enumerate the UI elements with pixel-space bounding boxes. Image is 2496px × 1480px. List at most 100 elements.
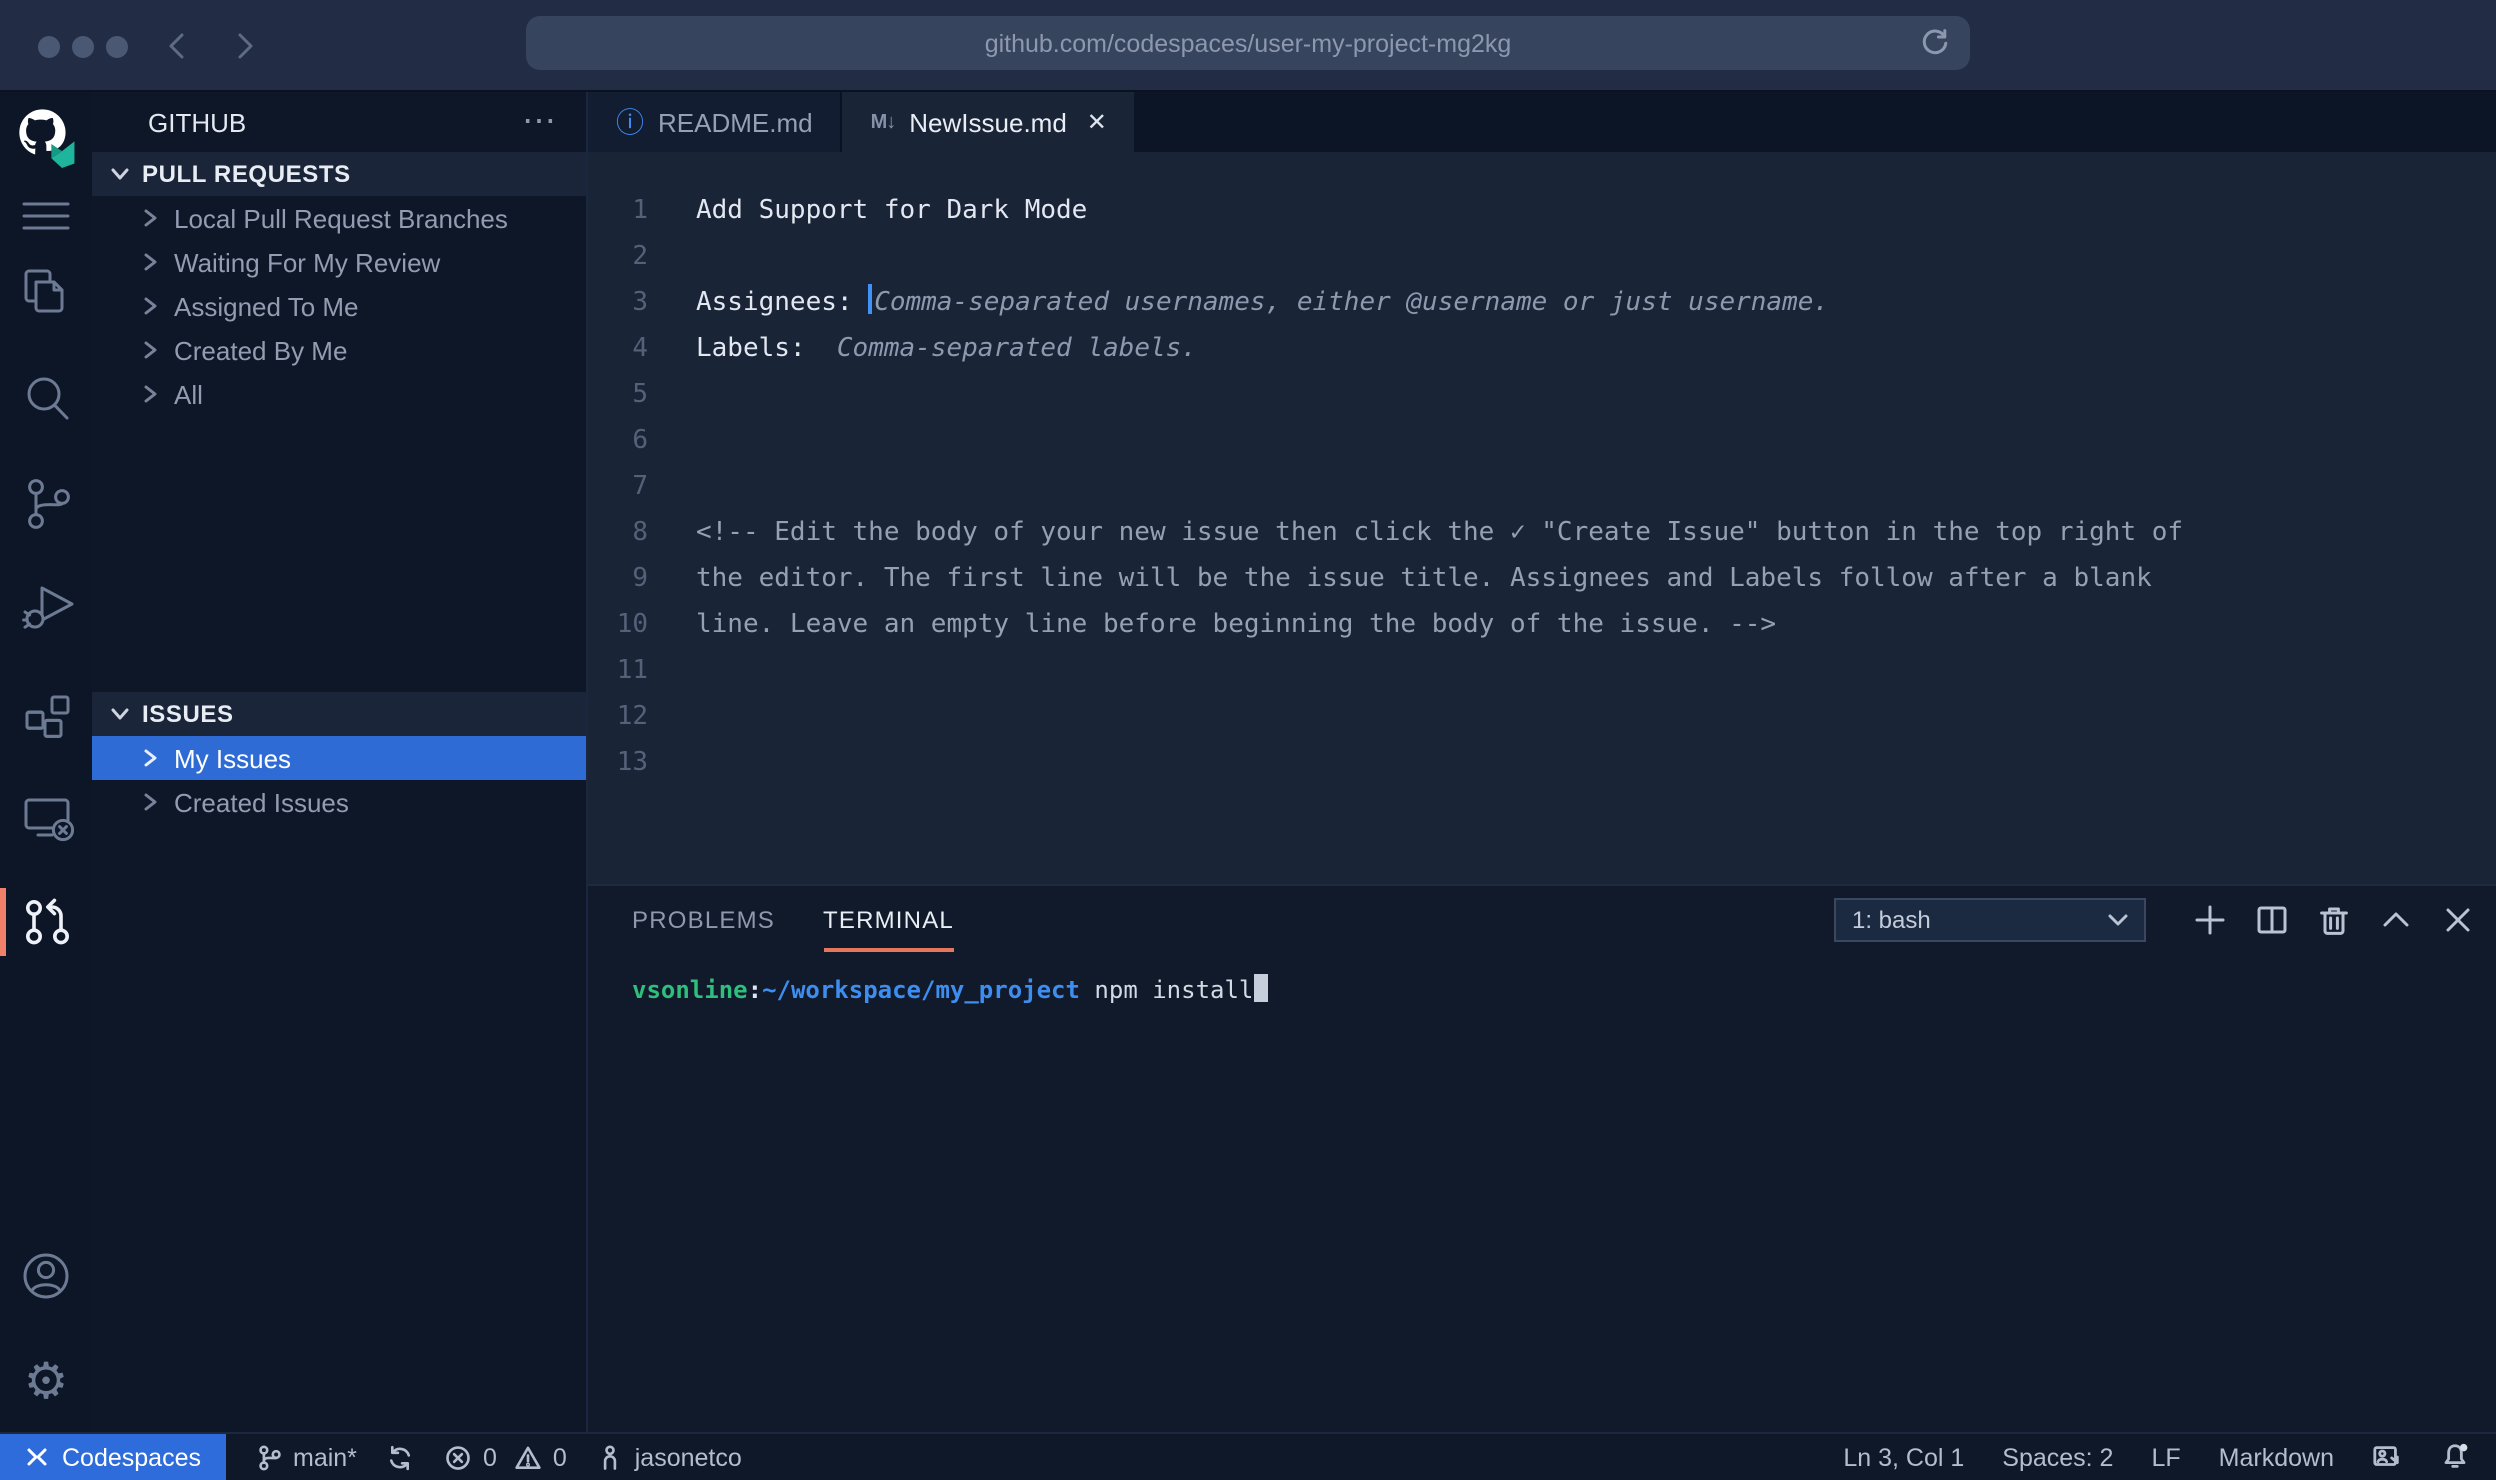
split-terminal-icon[interactable] (2254, 902, 2290, 938)
chevron-right-icon (140, 792, 160, 812)
remote-explorer-icon[interactable] (10, 780, 82, 852)
traffic-light-close[interactable] (38, 36, 60, 58)
warnings-icon (515, 1443, 543, 1471)
section-header-issues[interactable]: ISSUES (92, 692, 586, 736)
menu-icon[interactable] (10, 180, 82, 252)
person-icon (597, 1443, 625, 1471)
branch-icon (255, 1443, 283, 1471)
indentation[interactable]: Spaces: 2 (2002, 1443, 2113, 1471)
traffic-light-minimize[interactable] (72, 36, 94, 58)
editor-line[interactable]: 8<!-- Edit the body of your new issue th… (588, 510, 2496, 556)
new-terminal-icon[interactable] (2192, 902, 2228, 938)
sidebar-item-local-pull-request-branches[interactable]: Local Pull Request Branches (92, 196, 586, 240)
editor-line[interactable]: 7 (588, 464, 2496, 510)
eol-sequence[interactable]: LF (2151, 1443, 2180, 1471)
terminal[interactable]: vsonline:~/workspace/my_project npm inst… (588, 954, 2496, 1004)
line-number: 7 (588, 464, 648, 510)
editor-line[interactable]: 10line. Leave an empty line before begin… (588, 602, 2496, 648)
back-icon[interactable] (160, 28, 196, 64)
sidebar-item-waiting-for-my-review[interactable]: Waiting For My Review (92, 240, 586, 284)
editor-column: ⓘ README.md M↓ NewIssue.md ✕ 1Add Suppor… (588, 92, 2496, 1432)
section-pull-requests: PULL REQUESTS Local Pull Request Branche… (92, 152, 586, 416)
chevron-right-icon (140, 748, 160, 768)
section-header-pull-requests[interactable]: PULL REQUESTS (92, 152, 586, 196)
github-codespaces-logo-icon[interactable] (10, 100, 82, 172)
terminal-cursor (1253, 974, 1267, 1002)
sidebar-item-assigned-to-me[interactable]: Assigned To Me (92, 284, 586, 328)
activity-bar: ⚙ (0, 92, 92, 1432)
sidebar: GITHUB ⋯ PULL REQUESTS Local Pull Reques… (92, 92, 588, 1432)
reload-icon[interactable] (1918, 26, 1952, 60)
section-issues: ISSUES My IssuesCreated Issues (92, 692, 586, 824)
sidebar-item-label: All (174, 379, 203, 409)
tab-newissue[interactable]: M↓ NewIssue.md ✕ (843, 92, 1135, 152)
editor-line[interactable]: 11 (588, 648, 2496, 694)
chevron-right-icon (140, 384, 160, 404)
sidebar-item-label: Local Pull Request Branches (174, 203, 508, 233)
language-mode[interactable]: Markdown (2219, 1443, 2334, 1471)
editor-line[interactable]: 5 (588, 372, 2496, 418)
remote-indicator[interactable]: Codespaces (0, 1434, 225, 1480)
forward-icon[interactable] (226, 28, 262, 64)
problems-indicator[interactable]: 0 0 (445, 1443, 567, 1471)
markdown-icon: M↓ (871, 111, 896, 133)
traffic-light-zoom[interactable] (106, 36, 128, 58)
chevron-right-icon (140, 252, 160, 272)
cursor-position[interactable]: Ln 3, Col 1 (1843, 1443, 1964, 1471)
line-number: 8 (588, 510, 648, 556)
code-placeholder: Comma-separated usernames, either @usern… (874, 288, 1829, 318)
source-control-icon[interactable] (10, 466, 82, 538)
editor-line[interactable]: 2 (588, 234, 2496, 280)
tab-terminal[interactable]: TERMINAL (823, 888, 954, 952)
browser-titlebar: github.com/codespaces/user-my-project-mg… (0, 0, 2496, 92)
github-pull-requests-icon[interactable] (10, 886, 82, 958)
notification-bell-icon[interactable] (2440, 1442, 2470, 1472)
editor-line[interactable]: 9the editor. The first line will be the … (588, 556, 2496, 602)
explorer-icon[interactable] (10, 256, 82, 328)
sidebar-header: GITHUB ⋯ (92, 92, 586, 152)
editor-line[interactable]: 3Assignees: Comma-separated usernames, e… (588, 280, 2496, 326)
kill-terminal-trash-icon[interactable] (2316, 902, 2352, 938)
maximize-panel-icon[interactable] (2378, 902, 2414, 938)
errors-icon (445, 1443, 473, 1471)
terminal-shell-select[interactable]: 1: bash (1834, 898, 2146, 942)
tab-readme[interactable]: ⓘ README.md (588, 92, 843, 152)
close-icon[interactable]: ✕ (1087, 108, 1107, 136)
branch-indicator[interactable]: main* (255, 1443, 357, 1471)
active-view-indicator (0, 888, 6, 956)
more-actions-icon[interactable]: ⋯ (522, 112, 558, 132)
editor-line[interactable]: 6 (588, 418, 2496, 464)
line-number: 1 (588, 188, 648, 234)
chevron-right-icon (140, 340, 160, 360)
editor-line[interactable]: 1Add Support for Dark Mode (588, 188, 2496, 234)
line-number: 6 (588, 418, 648, 464)
codespaces-window: github.com/codespaces/user-my-project-mg… (0, 0, 2496, 1480)
debug-icon[interactable] (10, 568, 82, 640)
url-bar[interactable]: github.com/codespaces/user-my-project-mg… (526, 16, 1970, 70)
editor[interactable]: 1Add Support for Dark Mode23Assignees: C… (588, 152, 2496, 884)
feedback-icon[interactable] (2372, 1442, 2402, 1472)
editor-line[interactable]: 4Labels: Comma-separated labels. (588, 326, 2496, 372)
tab-problems[interactable]: PROBLEMS (632, 888, 775, 952)
line-number: 4 (588, 326, 648, 372)
sidebar-item-created-issues[interactable]: Created Issues (92, 780, 586, 824)
editor-line[interactable]: 13 (588, 740, 2496, 786)
editor-lines: 1Add Support for Dark Mode23Assignees: C… (588, 188, 2496, 786)
line-number: 2 (588, 234, 648, 280)
search-icon[interactable] (10, 362, 82, 434)
code-comment: the editor. The first line will be the i… (696, 564, 2152, 594)
status-bar: Codespaces main* 0 0 jasonetco Ln 3, Col… (0, 1432, 2496, 1480)
sync-indicator[interactable] (387, 1443, 415, 1471)
editor-line[interactable]: 12 (588, 694, 2496, 740)
settings-gear-icon[interactable]: ⚙ (10, 1346, 82, 1418)
code-comment: line. Leave an empty line before beginni… (696, 610, 1776, 640)
close-panel-icon[interactable] (2440, 902, 2476, 938)
extensions-icon[interactable] (10, 680, 82, 752)
tab-label: README.md (658, 107, 813, 137)
user-indicator[interactable]: jasonetco (597, 1443, 742, 1471)
sidebar-item-all[interactable]: All (92, 372, 586, 416)
sidebar-item-created-by-me[interactable]: Created By Me (92, 328, 586, 372)
line-number: 13 (588, 740, 648, 786)
sidebar-item-my-issues[interactable]: My Issues (92, 736, 586, 780)
account-icon[interactable] (10, 1240, 82, 1312)
